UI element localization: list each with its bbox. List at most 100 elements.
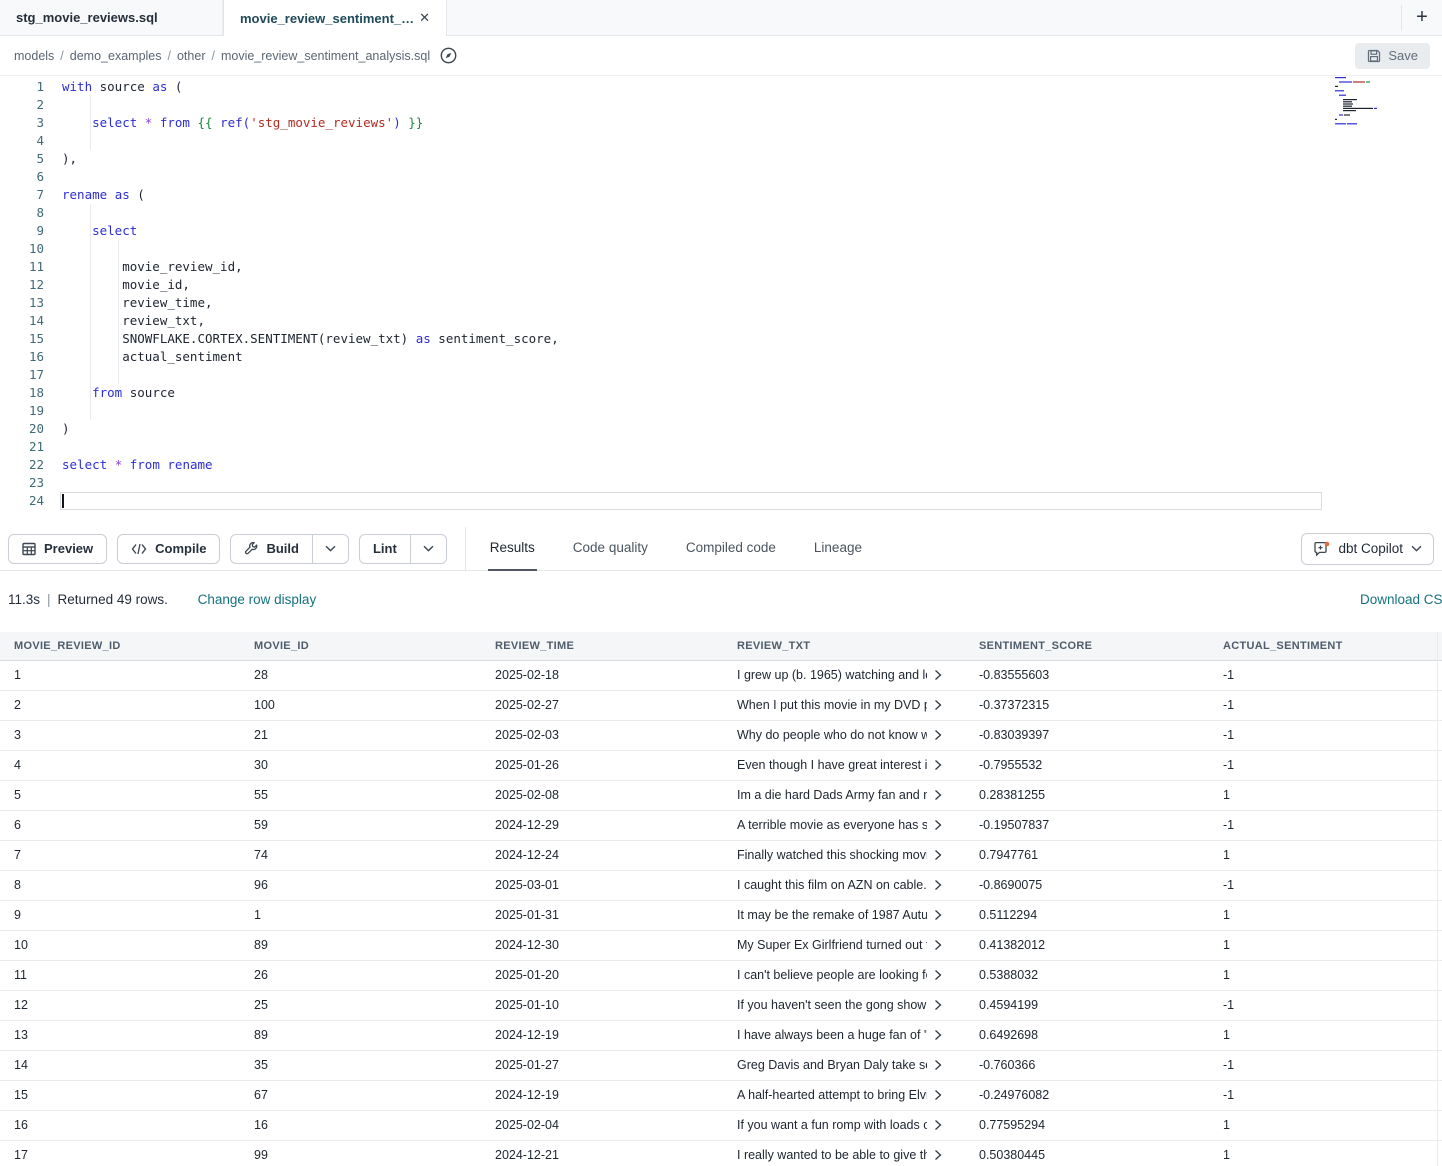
table-row: 15672024-12-19A half-hearted attempt to …	[0, 1080, 1442, 1110]
expand-cell-icon[interactable]	[933, 789, 943, 801]
tab-stg-movie-reviews[interactable]: stg_movie_reviews.sql	[0, 0, 223, 35]
build-dropdown-chevron-icon[interactable]	[312, 535, 348, 563]
new-tab-area: +	[1401, 0, 1442, 35]
breadcrumb-other[interactable]: other	[177, 49, 206, 63]
tab-lineage[interactable]: Lineage	[812, 527, 864, 571]
code-line: select * from {{ ref('stg_movie_reviews'…	[62, 114, 1442, 132]
compass-icon[interactable]	[440, 47, 457, 64]
code-content: with source as ( select * from {{ ref('s…	[62, 78, 1442, 510]
cell-sentiment-score: -0.83039397	[965, 720, 1209, 750]
expand-cell-icon[interactable]	[933, 759, 943, 771]
cell-review-time: 2025-02-04	[481, 1110, 723, 1140]
tab-label: movie_review_sentiment_…	[240, 11, 414, 26]
expand-cell-icon[interactable]	[933, 1089, 943, 1101]
cell-sentiment-score: -0.8690075	[965, 870, 1209, 900]
expand-cell-icon[interactable]	[933, 1059, 943, 1071]
expand-cell-icon[interactable]	[933, 729, 943, 741]
tab-compiled-code[interactable]: Compiled code	[684, 527, 778, 571]
col-sentiment-score[interactable]: SENTIMENT_SCORE	[965, 632, 1209, 660]
col-review-txt[interactable]: REVIEW_TXT	[723, 632, 965, 660]
code-editor[interactable]: 123456789101112131415161718192021222324 …	[0, 76, 1442, 527]
line-number: 2	[0, 96, 44, 114]
table-row: 912025-01-31It may be the remake of 1987…	[0, 900, 1442, 930]
review-text: I can't believe people are looking for a…	[737, 968, 927, 982]
cell-review-txt: A terrible movie as everyone has said. …	[723, 810, 965, 840]
cell-review-time: 2024-12-21	[481, 1140, 723, 1166]
cell-review-txt: It may be the remake of 1987 Autumn'…	[723, 900, 965, 930]
expand-cell-icon[interactable]	[933, 939, 943, 951]
expand-cell-icon[interactable]	[933, 849, 943, 861]
code-line: SNOWFLAKE.CORTEX.SENTIMENT(review_txt) a…	[62, 330, 1442, 348]
cell-review-time: 2025-01-27	[481, 1050, 723, 1080]
review-text: I have always been a huge fan of "Hom…	[737, 1028, 927, 1042]
expand-cell-icon[interactable]	[933, 999, 943, 1011]
review-text: I really wanted to be able to give this …	[737, 1148, 927, 1162]
line-number: 6	[0, 168, 44, 186]
change-row-display-link[interactable]: Change row display	[198, 592, 317, 607]
expand-cell-icon[interactable]	[933, 819, 943, 831]
cell-review-time: 2025-02-03	[481, 720, 723, 750]
cell-review-time: 2024-12-19	[481, 1080, 723, 1110]
lint-dropdown-chevron-icon[interactable]	[410, 535, 446, 563]
close-icon[interactable]: ✕	[415, 8, 434, 28]
cell-actual-sentiment: -1	[1209, 660, 1442, 690]
build-split-button: Build	[230, 534, 349, 564]
review-text: When I put this movie in my DVD playe…	[737, 698, 927, 712]
cell-actual-sentiment: 1	[1209, 840, 1442, 870]
col-movie-review-id[interactable]: MOVIE_REVIEW_ID	[0, 632, 240, 660]
table-row: 17992024-12-21I really wanted to be able…	[0, 1140, 1442, 1166]
tab-label: stg_movie_reviews.sql	[16, 10, 158, 25]
results-tab-strip: Results Code quality Compiled code Linea…	[488, 527, 898, 571]
col-actual-sentiment[interactable]: ACTUAL_SENTIMENT	[1209, 632, 1442, 660]
expand-cell-icon[interactable]	[933, 669, 943, 681]
line-number: 17	[0, 366, 44, 384]
code-line	[62, 96, 1442, 114]
cell-review-txt: Finally watched this shocking movie la…	[723, 840, 965, 870]
lint-button[interactable]: Lint	[360, 535, 410, 563]
line-number: 8	[0, 204, 44, 222]
line-number: 22	[0, 456, 44, 474]
build-button[interactable]: Build	[231, 535, 312, 563]
cell-review-txt: I grew up (b. 1965) watching and lovin…	[723, 660, 965, 690]
table-row: 14352025-01-27Greg Davis and Bryan Daly …	[0, 1050, 1442, 1080]
cell-sentiment-score: -0.83555603	[965, 660, 1209, 690]
expand-cell-icon[interactable]	[933, 699, 943, 711]
cell-actual-sentiment: 1	[1209, 900, 1442, 930]
tab-code-quality[interactable]: Code quality	[571, 527, 650, 571]
breadcrumb-models[interactable]: models	[14, 49, 54, 63]
new-tab-button[interactable]: +	[1402, 6, 1442, 29]
breadcrumb-separator: /	[168, 49, 171, 63]
wrench-icon	[244, 542, 258, 556]
tab-movie-review-sentiment[interactable]: movie_review_sentiment_… ✕	[223, 0, 447, 36]
preview-button[interactable]: Preview	[8, 534, 107, 564]
download-csv-link[interactable]: Download CSV	[1360, 592, 1442, 607]
cell-review-time: 2025-01-20	[481, 960, 723, 990]
compile-button[interactable]: Compile	[117, 534, 220, 564]
cell-actual-sentiment: 1	[1209, 930, 1442, 960]
col-movie-id[interactable]: MOVIE_ID	[240, 632, 481, 660]
cell-actual-sentiment: -1	[1209, 1080, 1442, 1110]
dbt-ide-window: stg_movie_reviews.sql movie_review_senti…	[0, 0, 1442, 1166]
col-review-time[interactable]: REVIEW_TIME	[481, 632, 723, 660]
line-number: 19	[0, 402, 44, 420]
save-button[interactable]: Save	[1355, 43, 1430, 69]
expand-cell-icon[interactable]	[933, 1119, 943, 1131]
expand-cell-icon[interactable]	[933, 969, 943, 981]
expand-cell-icon[interactable]	[933, 879, 943, 891]
tab-results[interactable]: Results	[488, 527, 537, 571]
cell-review-time: 2024-12-24	[481, 840, 723, 870]
table-row: 1282025-02-18I grew up (b. 1965) watchin…	[0, 660, 1442, 690]
copilot-chevron-down-icon	[1411, 545, 1422, 552]
expand-cell-icon[interactable]	[933, 909, 943, 921]
line-number: 15	[0, 330, 44, 348]
breadcrumb-demo-examples[interactable]: demo_examples	[70, 49, 162, 63]
dbt-copilot-button[interactable]: dbt Copilot	[1301, 533, 1434, 565]
expand-cell-icon[interactable]	[933, 1149, 943, 1161]
cell-movie-id: 59	[240, 810, 481, 840]
cell-sentiment-score: 0.50380445	[965, 1140, 1209, 1166]
review-text: Even though I have great interest in Bi…	[737, 758, 927, 772]
code-line	[62, 402, 1442, 420]
expand-cell-icon[interactable]	[933, 1029, 943, 1041]
code-line: ),	[62, 150, 1442, 168]
editor-minimap[interactable]	[1331, 76, 1397, 130]
